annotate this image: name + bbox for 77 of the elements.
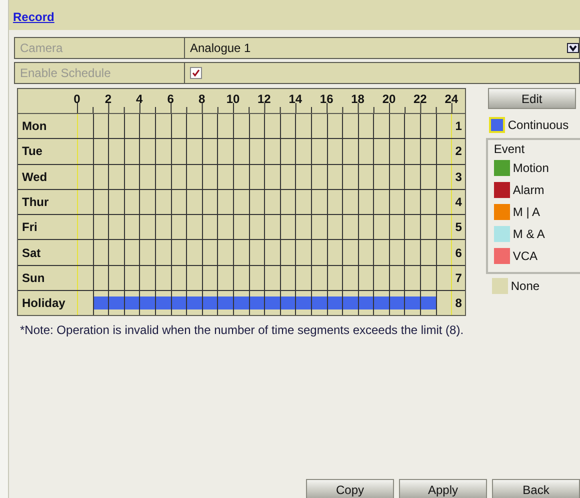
row-number: 2 — [451, 139, 465, 164]
hour-label: 8 — [197, 92, 206, 106]
color-swatch[interactable] — [492, 278, 508, 294]
hour-label: 2 — [104, 92, 113, 106]
schedule-slot[interactable] — [326, 291, 342, 316]
day-label: Holiday — [21, 295, 66, 312]
schedule-slot[interactable] — [342, 291, 358, 316]
legend-label: None — [510, 279, 540, 293]
field-label: Enable Schedule — [14, 62, 185, 84]
day-label: Sat — [21, 244, 42, 262]
color-swatch[interactable] — [488, 117, 505, 133]
schedule-slot[interactable] — [186, 291, 202, 316]
legend-label: VCA — [512, 249, 538, 263]
hour-label: 12 — [256, 92, 272, 106]
action-button[interactable]: Copy — [306, 479, 394, 498]
hour-label: 4 — [135, 92, 144, 106]
schedule-slot[interactable] — [404, 291, 420, 316]
legend-label: M | A — [512, 205, 540, 219]
edit-button[interactable]: Edit — [488, 88, 576, 109]
color-swatch[interactable] — [494, 226, 510, 242]
page-title-link[interactable]: Record — [13, 10, 54, 24]
hour-label: 24 — [444, 92, 460, 106]
row-number: 6 — [451, 240, 465, 265]
schedule-slot[interactable] — [248, 291, 264, 316]
legend-label: Alarm — [512, 183, 544, 197]
schedule-slot[interactable] — [202, 291, 218, 316]
legend-label: M & A — [512, 227, 545, 241]
color-swatch[interactable] — [494, 160, 510, 176]
hour-label: 6 — [166, 92, 175, 106]
row-number: 1 — [451, 114, 465, 138]
schedule-slot[interactable] — [264, 291, 280, 316]
schedule-slot[interactable] — [388, 291, 404, 316]
hour-label: 20 — [381, 92, 397, 106]
legend-label: Continuous — [508, 118, 569, 132]
schedule-slot[interactable] — [154, 291, 171, 316]
row-number: 3 — [451, 164, 465, 189]
legend-label: Motion — [512, 161, 549, 175]
action-button[interactable]: Back — [492, 479, 580, 498]
schedule-slot[interactable] — [295, 291, 311, 316]
legend-heading: Event — [494, 142, 526, 156]
row-number: 8 — [451, 291, 465, 316]
dropdown-arrow-icon — [567, 43, 579, 53]
checkbox[interactable] — [190, 67, 202, 79]
day-label: Thur — [21, 194, 50, 212]
schedule-slot[interactable] — [373, 291, 389, 316]
schedule-slot[interactable] — [358, 291, 374, 316]
schedule-slot[interactable] — [310, 291, 326, 316]
action-button[interactable]: Apply — [399, 479, 487, 498]
schedule-slot[interactable] — [420, 291, 436, 316]
row-number: 7 — [451, 266, 465, 290]
day-label: Sun — [21, 270, 46, 287]
hour-label: 18 — [350, 92, 366, 106]
hour-label: 10 — [225, 92, 241, 106]
schedule-slot[interactable] — [170, 291, 186, 316]
hour-label: 0 — [72, 92, 82, 106]
day-label: Wed — [21, 168, 48, 186]
color-swatch[interactable] — [494, 248, 510, 264]
schedule-slot[interactable] — [139, 291, 155, 316]
day-label: Fri — [21, 219, 38, 236]
schedule-slot[interactable] — [108, 291, 124, 316]
color-swatch[interactable] — [494, 182, 510, 198]
hour-label: 14 — [288, 92, 304, 106]
day-label: Tue — [21, 143, 44, 160]
schedule-slot[interactable] — [232, 291, 249, 316]
hour-label: 22 — [412, 92, 428, 106]
schedule-slot[interactable] — [280, 291, 296, 316]
hour-label: 16 — [318, 92, 334, 106]
schedule-slot[interactable] — [217, 291, 233, 316]
field-label: Camera — [14, 37, 185, 59]
schedule-slot[interactable] — [124, 291, 140, 316]
day-label: Mon — [21, 118, 48, 136]
row-number: 5 — [451, 215, 465, 240]
note-text: *Note: Operation is invalid when the number of time segments exceeds the limit (8). — [19, 322, 465, 338]
schedule-slot[interactable] — [92, 291, 108, 316]
color-swatch[interactable] — [494, 204, 510, 220]
row-number: 4 — [451, 190, 465, 214]
dropdown-field[interactable]: Analogue 1 — [185, 37, 580, 59]
